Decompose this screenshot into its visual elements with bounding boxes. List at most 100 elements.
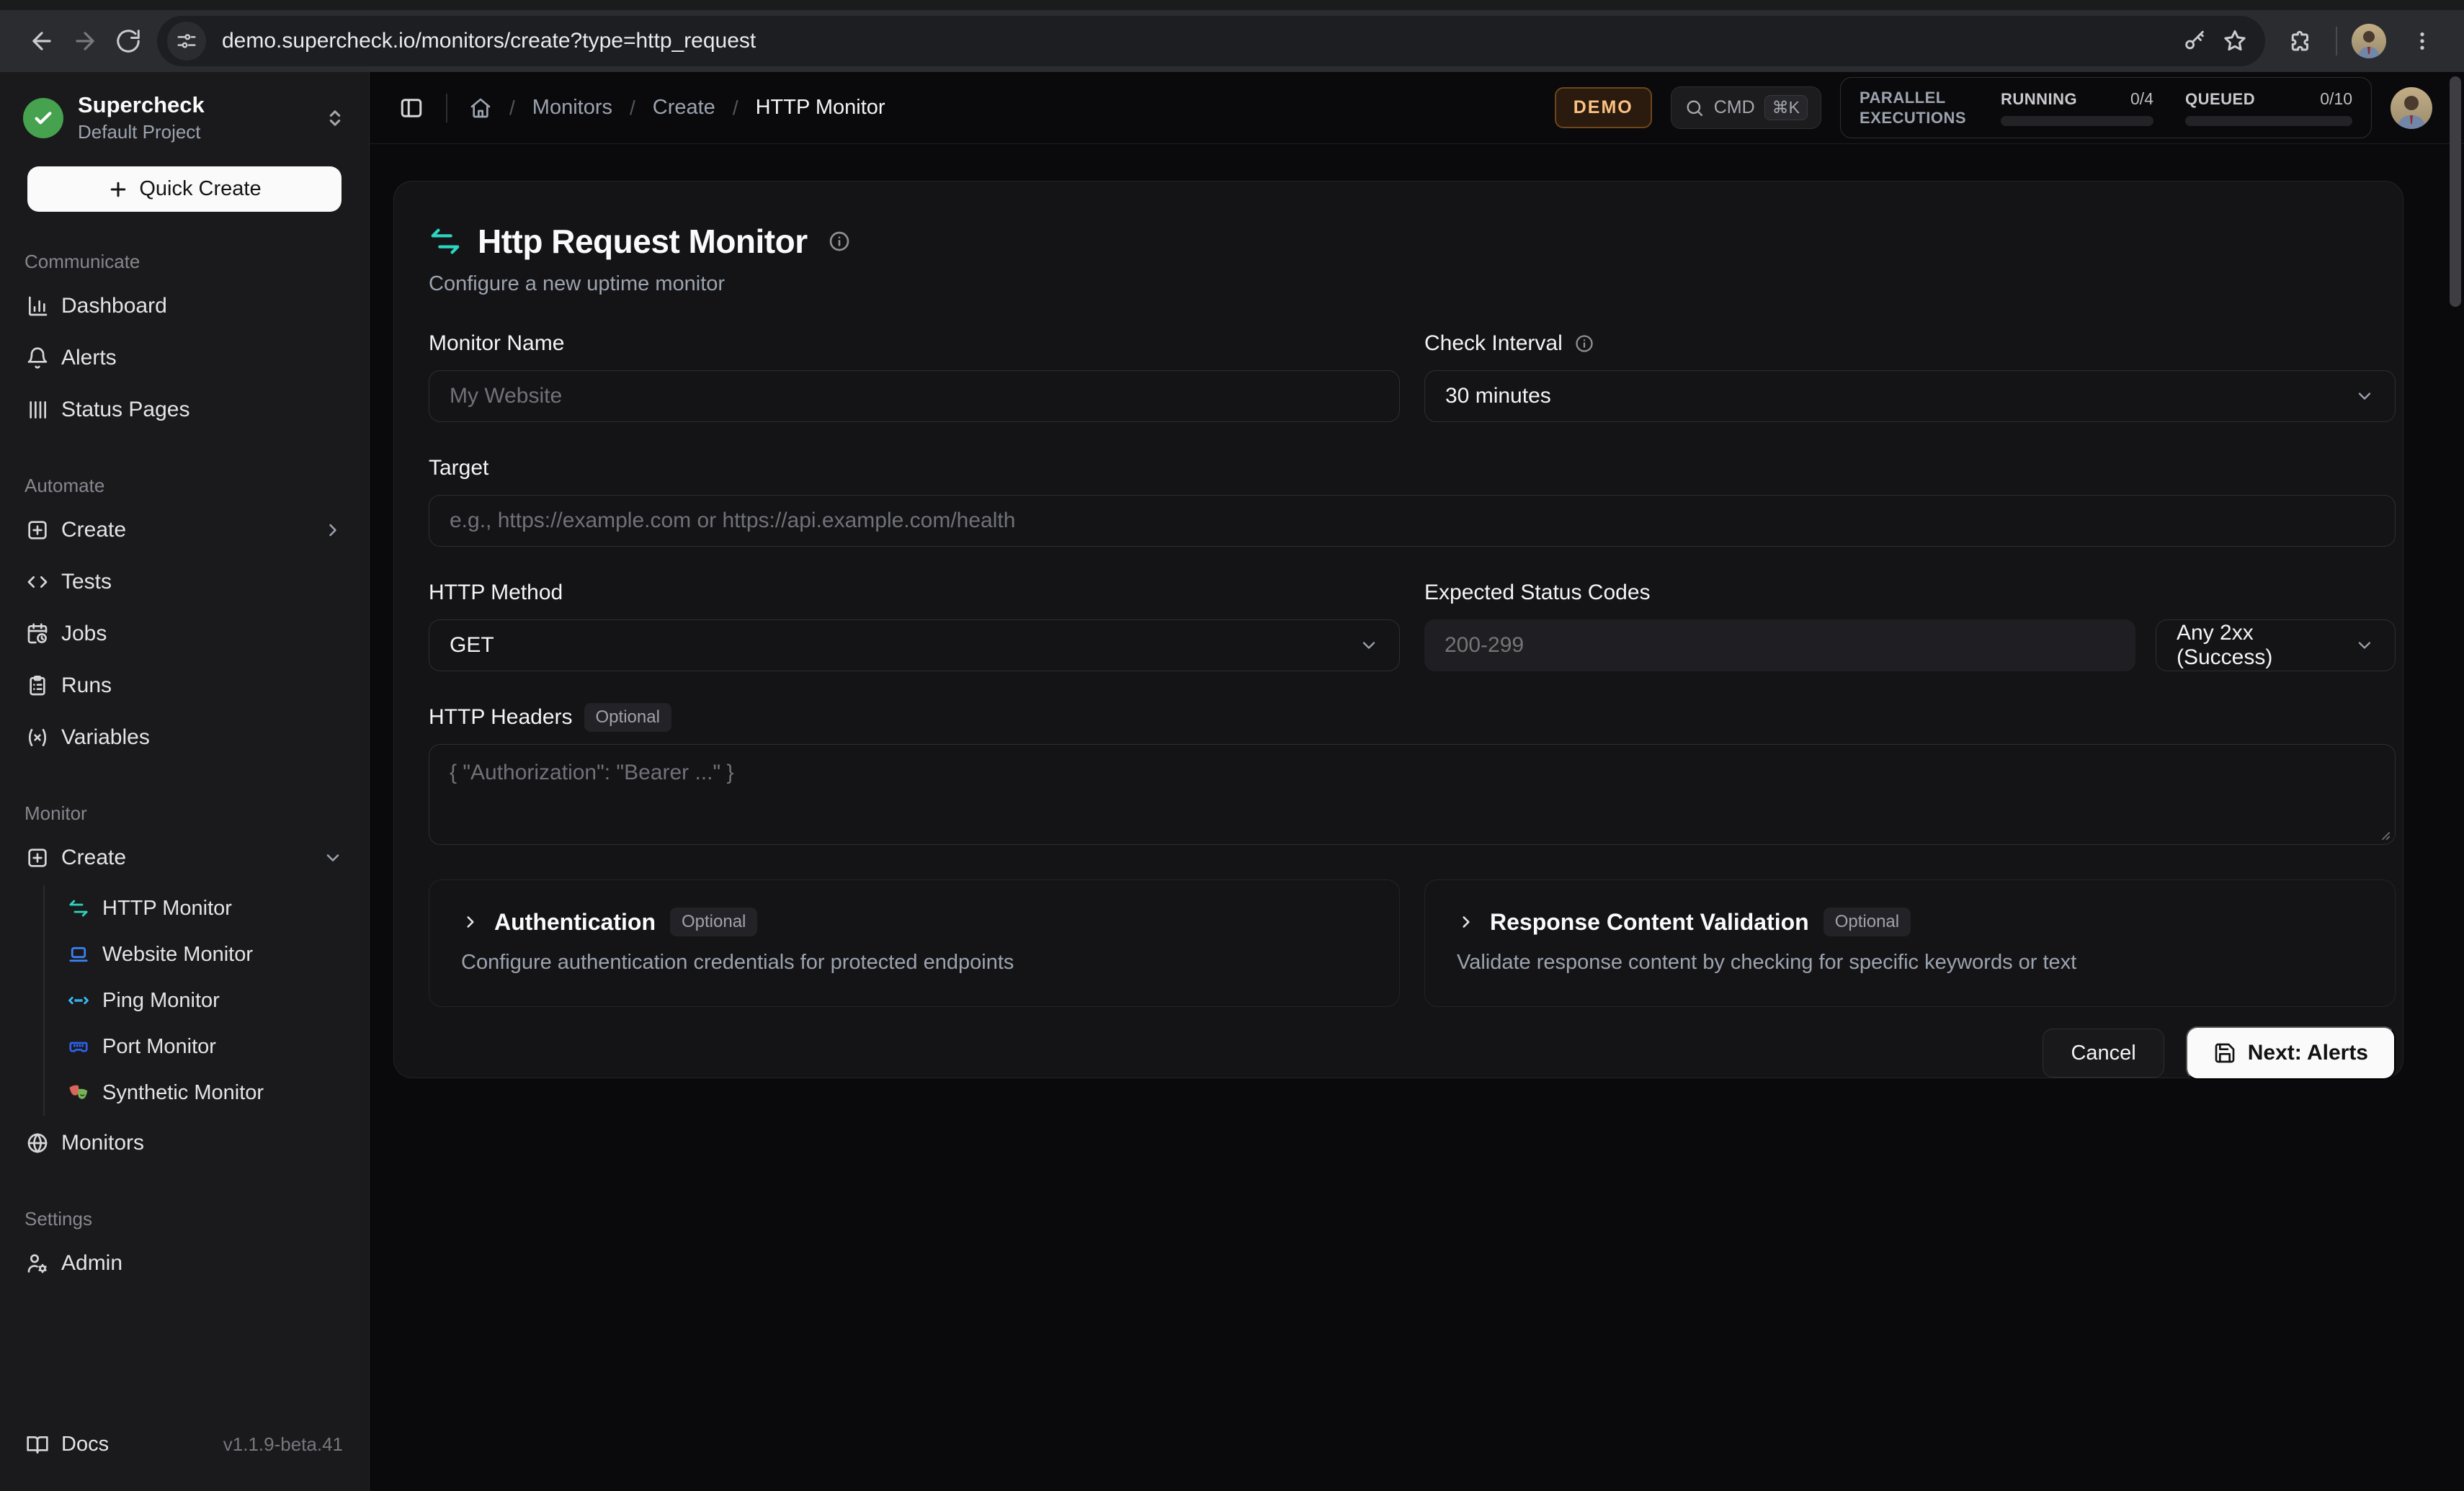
- sidebar-item-label: Tests: [61, 570, 112, 594]
- sidebar-item-website-monitor[interactable]: Website Monitor: [61, 931, 369, 977]
- monitor-name-input[interactable]: [429, 370, 1400, 422]
- http-method-field: HTTP Method GET: [429, 578, 1400, 671]
- sidebar-item-tests[interactable]: Tests: [9, 556, 360, 608]
- response-validation-description: Validate response content by checking fo…: [1457, 951, 2363, 975]
- docs-label: Docs: [61, 1433, 109, 1456]
- sidebar-item-label: Synthetic Monitor: [102, 1081, 264, 1105]
- sidebar-item-port-monitor[interactable]: Port Monitor: [61, 1024, 369, 1070]
- sidebar-item-runs[interactable]: Runs: [9, 660, 360, 712]
- chevron-down-icon: [1359, 635, 1379, 655]
- password-key-icon[interactable]: [2174, 21, 2215, 61]
- next-alerts-button[interactable]: Next: Alerts: [2186, 1026, 2396, 1080]
- workspace-switcher[interactable]: Supercheck Default Project: [0, 72, 369, 153]
- status-codes-preset-select[interactable]: Any 2xx (Success): [2156, 619, 2396, 671]
- chevrons-up-down-icon: [323, 106, 347, 130]
- check-interval-select[interactable]: 30 minutes: [1424, 370, 2396, 422]
- http-method-select[interactable]: GET: [429, 619, 1400, 671]
- sidebar-item-label: Status Pages: [61, 398, 189, 422]
- browser-forward-button[interactable]: [63, 19, 107, 63]
- status-codes-input[interactable]: [1424, 619, 2135, 671]
- sidebar-item-admin[interactable]: Admin: [9, 1237, 360, 1289]
- bookmark-star-icon[interactable]: [2215, 21, 2255, 61]
- chevron-down-icon: [2354, 386, 2375, 406]
- browser-toolbar: demo.supercheck.io/monitors/create?type=…: [0, 10, 2464, 72]
- optional-badge: Optional: [670, 908, 757, 936]
- sidebar-toggle-icon[interactable]: [398, 95, 424, 121]
- command-search-button[interactable]: CMD ⌘K: [1671, 86, 1821, 129]
- parallel-executions-widget: PARALLEL EXECUTIONS RUNNING 0/4 QUEUED 0…: [1840, 77, 2372, 138]
- user-avatar[interactable]: [2391, 87, 2432, 129]
- quick-create-button[interactable]: Quick Create: [27, 166, 342, 212]
- sidebar-item-label: Website Monitor: [102, 943, 253, 967]
- breadcrumb-separator: /: [630, 97, 635, 120]
- sidebar-item-http-monitor[interactable]: HTTP Monitor: [61, 885, 369, 931]
- chevron-down-icon: [323, 848, 343, 868]
- browser-back-button[interactable]: [20, 19, 63, 63]
- monitor-create-subnav: HTTP Monitor Website Monitor Ping Monito…: [43, 885, 369, 1116]
- sidebar-item-label: Port Monitor: [102, 1035, 216, 1059]
- info-icon[interactable]: [828, 230, 851, 253]
- optional-badge: Optional: [584, 703, 671, 732]
- browser-menu-icon[interactable]: [2401, 19, 2444, 63]
- book-open-icon: [26, 1433, 49, 1456]
- user-gear-icon: [26, 1252, 49, 1275]
- docs-link[interactable]: Docs: [26, 1433, 109, 1456]
- extensions-puzzle-icon[interactable]: [2278, 19, 2321, 63]
- toolbar-divider: [2336, 27, 2337, 55]
- optional-badge: Optional: [1824, 908, 1911, 936]
- section-label-monitor: Monitor: [0, 802, 369, 825]
- bar-chart-icon: [26, 295, 49, 318]
- breadcrumb-monitors[interactable]: Monitors: [532, 96, 612, 120]
- check-interval-label: Check Interval: [1424, 331, 1563, 356]
- info-icon[interactable]: [1574, 333, 1594, 354]
- http-headers-field: HTTP Headers Optional: [429, 703, 2396, 849]
- sidebar-item-alerts[interactable]: Alerts: [9, 332, 360, 384]
- target-input[interactable]: [429, 495, 2396, 547]
- workspace-project: Default Project: [78, 121, 323, 143]
- browser-profile-avatar[interactable]: [2352, 24, 2386, 58]
- chevron-right-icon: [1457, 913, 1476, 931]
- workspace-logo-check-icon: [23, 98, 63, 138]
- sidebar-item-dashboard[interactable]: Dashboard: [9, 280, 360, 332]
- breadcrumb: / Monitors / Create / HTTP Monitor: [469, 96, 885, 120]
- sidebar-item-ping-monitor[interactable]: Ping Monitor: [61, 977, 369, 1024]
- browser-chrome: demo.supercheck.io/monitors/create?type=…: [0, 0, 2464, 72]
- breadcrumb-http-monitor: HTTP Monitor: [756, 96, 885, 120]
- arrows-left-right-icon: [68, 897, 89, 919]
- authentication-panel[interactable]: Authentication Optional Configure authen…: [429, 879, 1400, 1007]
- sidebar-item-monitors[interactable]: Monitors: [9, 1117, 360, 1169]
- section-label-automate: Automate: [0, 475, 369, 497]
- topbar-divider: [446, 94, 447, 122]
- quick-create-label: Quick Create: [139, 177, 261, 201]
- monitor-name-field: Monitor Name: [429, 329, 1400, 422]
- command-search-label: CMD: [1714, 97, 1755, 118]
- sidebar-item-status-pages[interactable]: Status Pages: [9, 384, 360, 436]
- workspace-name: Supercheck: [78, 92, 323, 118]
- plus-icon: [107, 179, 129, 200]
- app-version: v1.1.9-beta.41: [223, 1433, 343, 1456]
- home-icon[interactable]: [469, 97, 492, 120]
- breadcrumb-create[interactable]: Create: [653, 96, 715, 120]
- page-scrollbar-thumb[interactable]: [2450, 76, 2461, 307]
- status-codes-preset-value: Any 2xx (Success): [2177, 621, 2354, 670]
- site-settings-icon[interactable]: [167, 22, 206, 61]
- section-label-communicate: Communicate: [0, 251, 369, 273]
- main-content: Http Request Monitor Configure a new upt…: [370, 144, 2464, 1491]
- bell-icon: [26, 346, 49, 370]
- url-text[interactable]: demo.supercheck.io/monitors/create?type=…: [222, 29, 2174, 53]
- sidebar-item-synthetic-monitor[interactable]: Synthetic Monitor: [61, 1070, 369, 1116]
- sidebar-item-variables[interactable]: Variables: [9, 712, 360, 764]
- http-headers-textarea[interactable]: [429, 744, 2396, 845]
- section-label-settings: Settings: [0, 1208, 369, 1230]
- browser-reload-button[interactable]: [107, 19, 150, 63]
- sidebar-item-create-automate[interactable]: Create: [9, 504, 360, 556]
- chevron-down-icon: [2354, 635, 2375, 655]
- cancel-button[interactable]: Cancel: [2043, 1029, 2164, 1078]
- address-bar[interactable]: demo.supercheck.io/monitors/create?type=…: [157, 16, 2265, 66]
- sidebar-item-label: Dashboard: [61, 294, 167, 318]
- response-validation-panel[interactable]: Response Content Validation Optional Val…: [1424, 879, 2396, 1007]
- sidebar-item-jobs[interactable]: Jobs: [9, 608, 360, 660]
- running-value: 0/4: [2130, 89, 2153, 109]
- resize-grip-icon[interactable]: [2375, 825, 2391, 841]
- sidebar-item-create-monitor[interactable]: Create: [9, 832, 360, 884]
